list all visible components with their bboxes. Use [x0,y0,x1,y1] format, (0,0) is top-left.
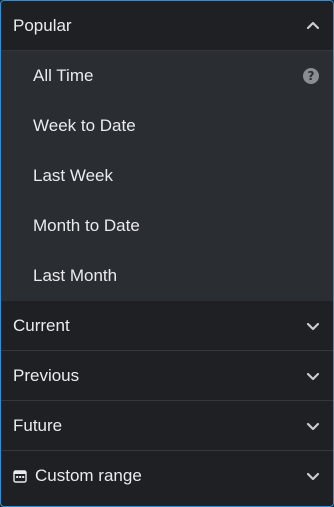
option-label: All Time [33,66,94,85]
section-custom-range-header[interactable]: Custom range [1,451,333,501]
option-label: Last Month [33,266,118,285]
popular-options-list: All Time ? Week to Date Last Week Month … [1,51,333,301]
option-label: Week to Date [33,116,136,135]
chevron-down-icon [305,318,321,334]
option-week-to-date[interactable]: Week to Date [1,101,333,151]
option-month-to-date[interactable]: Month to Date [1,201,333,251]
section-previous-header[interactable]: Previous [1,351,333,401]
section-current-label: Current [13,315,70,335]
option-label: Last Week [33,166,114,185]
section-popular-label: Popular [13,15,72,35]
option-all-time[interactable]: All Time ? [1,51,333,101]
option-last-month[interactable]: Last Month [1,251,333,301]
chevron-up-icon [305,18,321,34]
chevron-down-icon [305,468,321,484]
section-custom-range-label: Custom range [35,466,142,485]
section-popular-header[interactable]: Popular [1,1,333,51]
section-future-label: Future [13,415,63,435]
date-range-dropdown-panel: Popular All Time ? Week to Date Last Wee… [0,0,334,507]
section-current-header[interactable]: Current [1,301,333,351]
section-previous-label: Previous [13,365,80,385]
custom-range-title: Custom range [13,466,142,486]
chevron-down-icon [305,368,321,384]
option-label: Month to Date [33,216,140,235]
question-circle-icon[interactable]: ? [303,68,319,84]
section-future-header[interactable]: Future [1,401,333,451]
option-last-week[interactable]: Last Week [1,151,333,201]
chevron-down-icon [305,418,321,434]
calendar-icon [13,469,27,483]
